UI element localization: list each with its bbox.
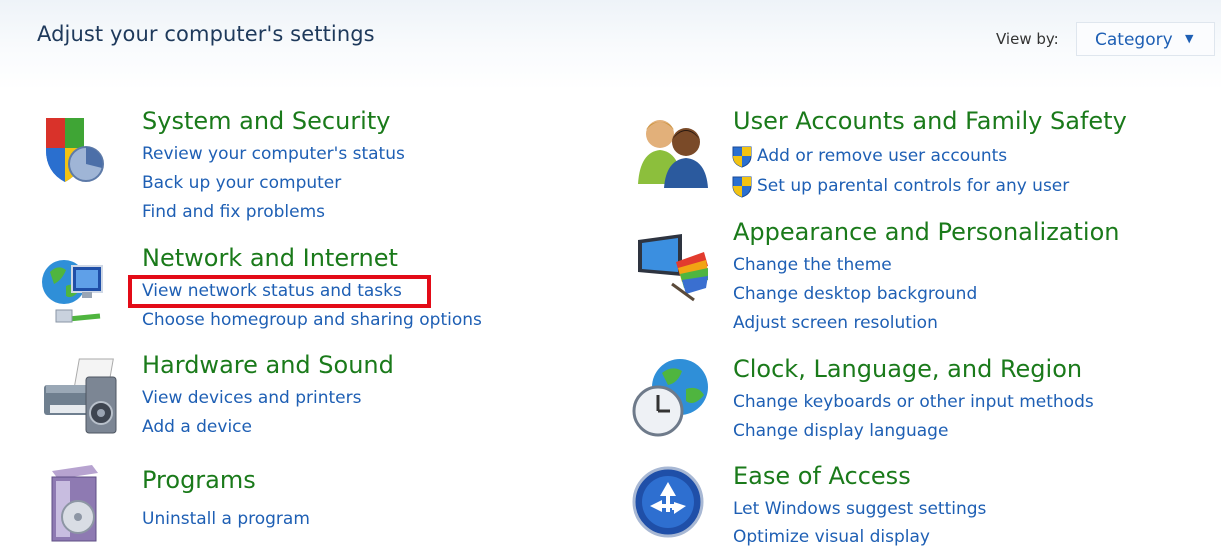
link-find-fix-problems[interactable]: Find and fix problems (142, 202, 325, 222)
category-title-system-security[interactable]: System and Security (142, 107, 390, 135)
category-title-appearance[interactable]: Appearance and Personalization (733, 218, 1119, 246)
link-review-computer-status[interactable]: Review your computer's status (142, 144, 405, 164)
link-change-display-language[interactable]: Change display language (733, 421, 948, 441)
view-by-dropdown[interactable]: Category ▼ (1076, 22, 1215, 56)
link-back-up-computer[interactable]: Back up your computer (142, 173, 341, 193)
printer-speaker-icon[interactable] (38, 355, 124, 441)
uac-shield-icon (732, 146, 752, 168)
category-title-network-internet[interactable]: Network and Internet (142, 244, 398, 272)
link-view-devices-printers[interactable]: View devices and printers (142, 388, 361, 408)
category-title-hardware-sound[interactable]: Hardware and Sound (142, 351, 394, 379)
programs-box-icon[interactable] (42, 463, 108, 547)
users-icon[interactable] (632, 112, 716, 192)
link-change-keyboards[interactable]: Change keyboards or other input methods (733, 392, 1094, 412)
network-globe-icon[interactable] (38, 250, 112, 334)
link-add-remove-user-accounts[interactable]: Add or remove user accounts (731, 144, 1007, 168)
ease-of-access-icon[interactable] (632, 466, 704, 542)
link-parental-controls-label: Set up parental controls for any user (757, 176, 1070, 196)
monitor-palette-icon[interactable] (632, 232, 712, 306)
uac-shield-icon (732, 176, 752, 198)
shield-pie-chart-icon[interactable] (38, 112, 106, 192)
link-add-device[interactable]: Add a device (142, 417, 252, 437)
category-title-programs[interactable]: Programs (142, 466, 256, 494)
link-adjust-screen-resolution[interactable]: Adjust screen resolution (733, 313, 938, 333)
view-by-label: View by: (996, 30, 1059, 48)
chevron-down-icon: ▼ (1185, 32, 1194, 45)
category-title-clock-language[interactable]: Clock, Language, and Region (733, 355, 1082, 383)
link-optimize-visual-display[interactable]: Optimize visual display (733, 527, 930, 547)
link-windows-suggest-settings[interactable]: Let Windows suggest settings (733, 499, 986, 519)
link-uninstall-program[interactable]: Uninstall a program (142, 509, 310, 529)
category-title-user-accounts[interactable]: User Accounts and Family Safety (733, 107, 1127, 135)
link-parental-controls[interactable]: Set up parental controls for any user (731, 174, 1069, 198)
link-change-desktop-background[interactable]: Change desktop background (733, 284, 977, 304)
category-title-ease-of-access[interactable]: Ease of Access (733, 462, 911, 490)
link-homegroup-sharing[interactable]: Choose homegroup and sharing options (142, 310, 482, 330)
link-change-theme[interactable]: Change the theme (733, 255, 892, 275)
highlight-annotation-box (128, 275, 431, 308)
link-add-remove-user-accounts-label: Add or remove user accounts (757, 146, 1008, 166)
globe-clock-icon[interactable] (630, 355, 714, 443)
view-by-value: Category (1095, 30, 1173, 50)
page-title: Adjust your computer's settings (37, 22, 375, 46)
